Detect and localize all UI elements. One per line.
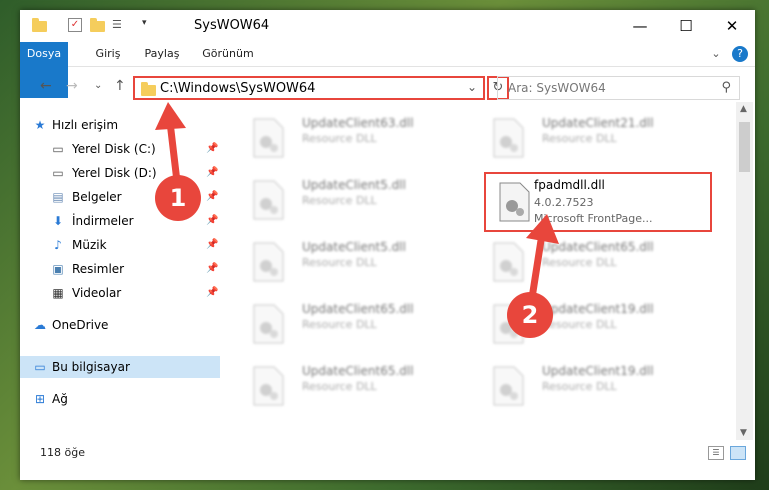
callout-badge-1: 1 <box>155 175 201 221</box>
callout-badge-2: 2 <box>507 292 553 338</box>
annotation-arrows <box>155 102 559 302</box>
